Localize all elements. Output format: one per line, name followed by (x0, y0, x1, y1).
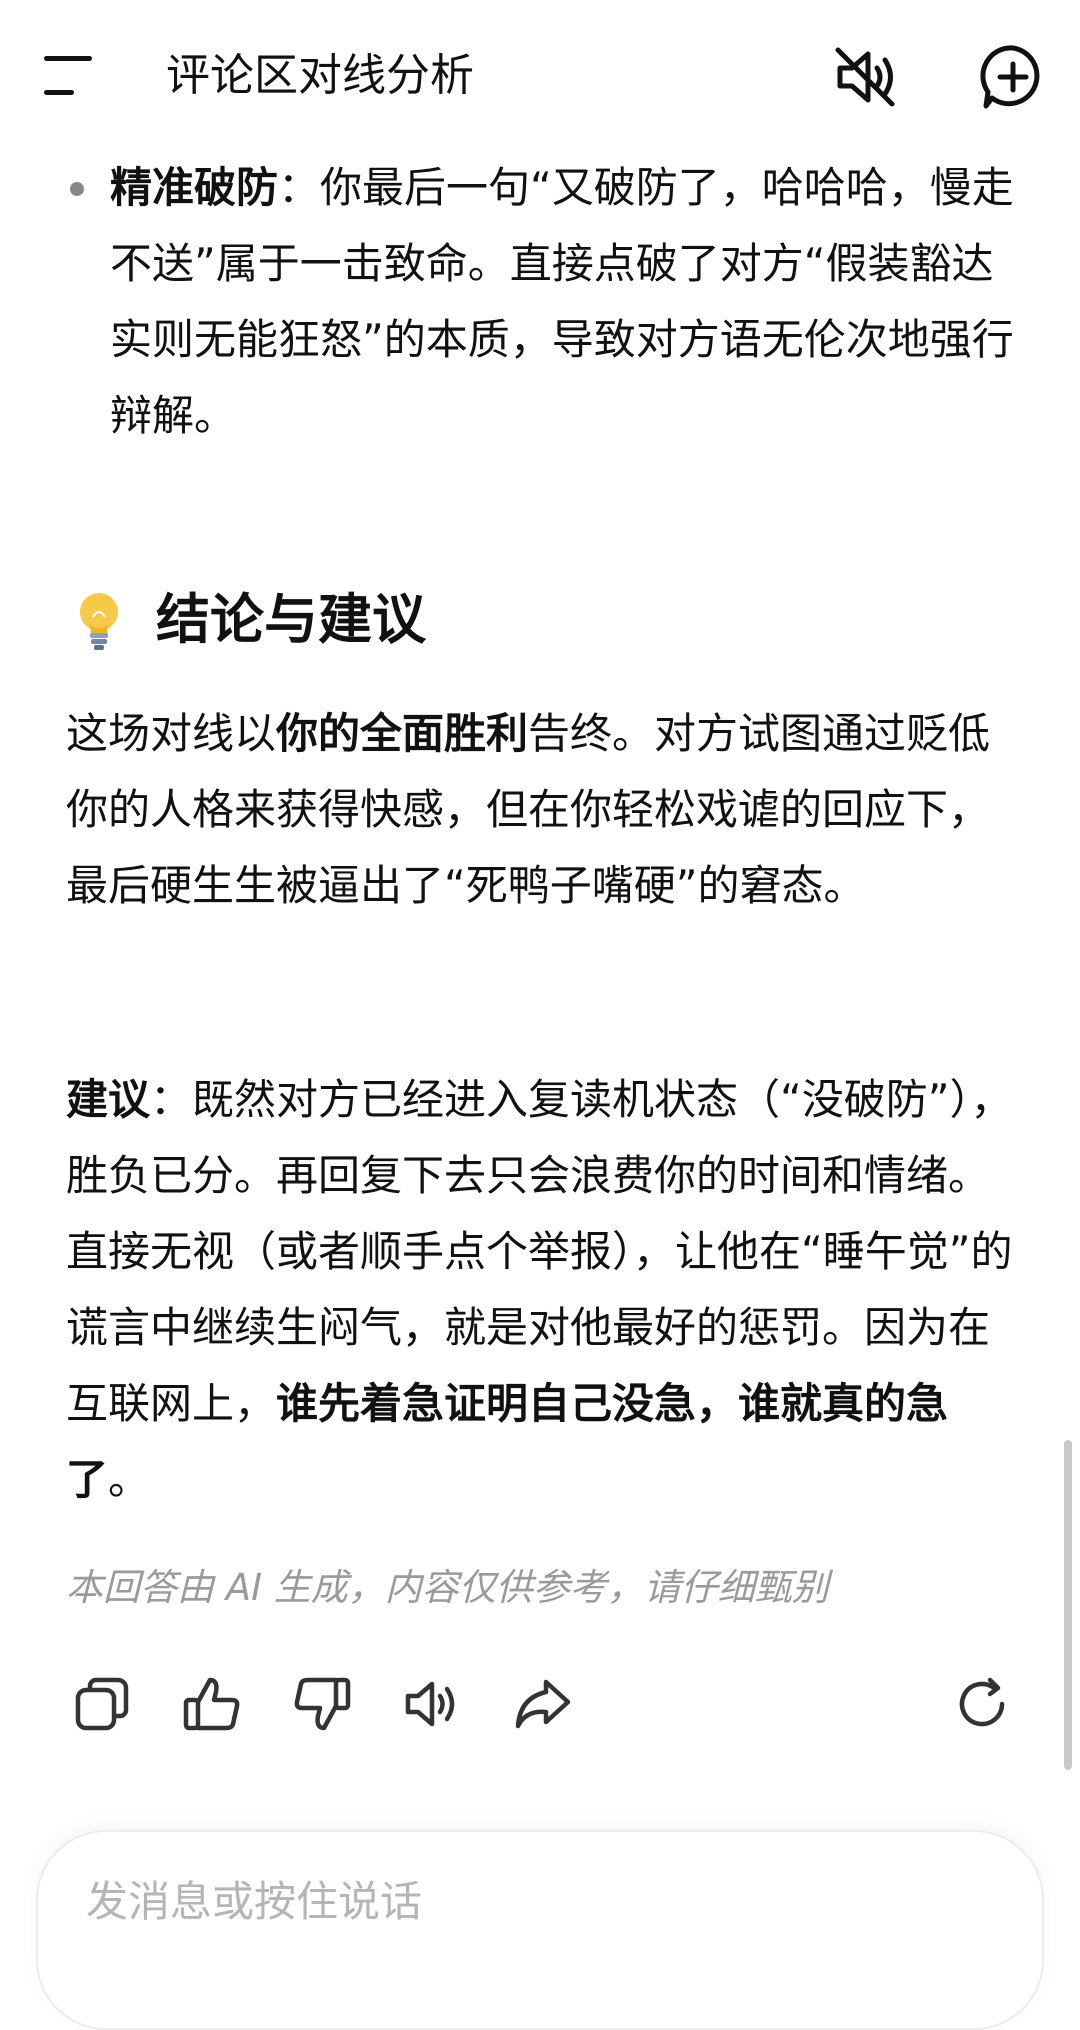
copy-icon[interactable] (70, 1672, 134, 1736)
ai-disclaimer: 本回答由 AI 生成，内容仅供参考，请仔细甄别 (66, 1566, 829, 1609)
top-bar: 评论区对线分析 (0, 0, 1080, 150)
input-placeholder: 发消息或按住说话 (86, 1877, 423, 1926)
share-icon[interactable] (510, 1672, 574, 1736)
thumbs-down-icon[interactable] (290, 1672, 354, 1736)
list-item: 精准破防：你最后一句“又破防了，哈哈哈，慢走不送”属于一击致命。直接点破了对方“… (66, 150, 1016, 454)
advice-label: 建议 (66, 1075, 151, 1124)
lightbulb-icon (66, 587, 132, 653)
menu-icon[interactable] (44, 54, 100, 98)
para1-text-start: 这场对线以 (66, 709, 277, 758)
speaker-icon[interactable] (400, 1672, 464, 1736)
section-heading: 结论与建议 (66, 580, 426, 660)
refresh-icon[interactable] (950, 1672, 1014, 1736)
thumbs-up-icon[interactable] (180, 1672, 244, 1736)
message-input[interactable]: 发消息或按住说话 (36, 1830, 1044, 2030)
bullet-dot (70, 182, 84, 196)
conclusion-paragraph: 这场对线以你的全面胜利告终。对方试图通过贬低你的人格来获得快感，但在你轻松戏谑的… (66, 696, 1016, 924)
speaker-muted-icon[interactable] (830, 42, 900, 112)
para1-bold: 你的全面胜利 (276, 709, 529, 758)
advice-paragraph: 建议：既然对方已经进入复读机状态（“没破防”），胜负已分。再回复下去只会浪费你的… (66, 1062, 1016, 1518)
page-title: 评论区对线分析 (166, 50, 474, 101)
advice-text: ：既然对方已经进入复读机状态（“没破防”），胜负已分。再回复下去只会浪费你的时间… (66, 1075, 1013, 1428)
bullet-bold-label: 精准破防 (110, 163, 279, 212)
chat-plus-icon[interactable] (978, 42, 1048, 112)
answer-content: 精准破防：你最后一句“又破防了，哈哈哈，慢走不送”属于一击致命。直接点破了对方“… (66, 150, 1016, 454)
advice-end: 。 (108, 1455, 151, 1504)
section-title: 结论与建议 (156, 588, 426, 651)
scrollbar[interactable] (1064, 1440, 1072, 1770)
